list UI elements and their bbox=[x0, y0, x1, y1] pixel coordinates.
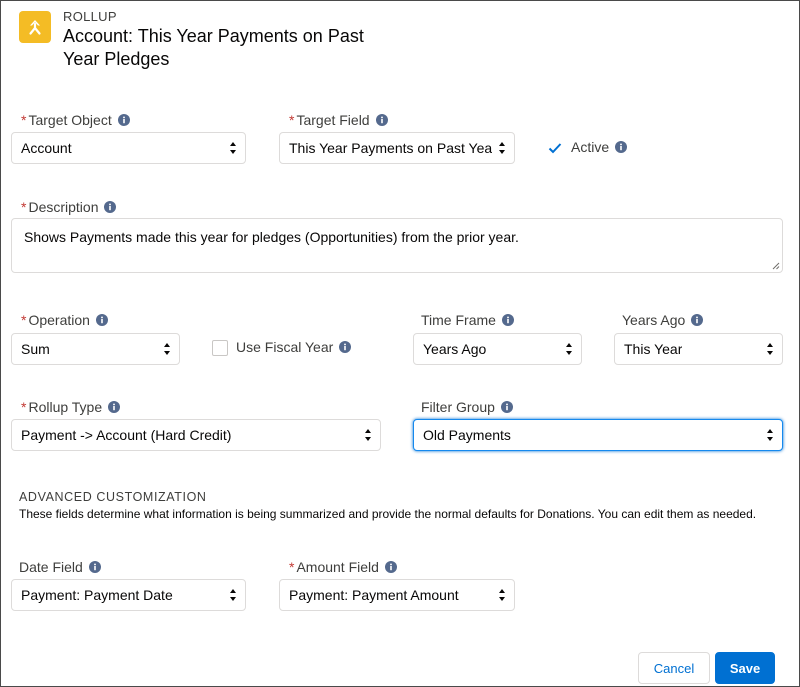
operation-select[interactable]: Sum bbox=[11, 333, 180, 365]
select-arrows-icon bbox=[499, 589, 505, 601]
select-arrows-icon bbox=[365, 429, 371, 441]
amount-field-label: * Amount Field bbox=[289, 559, 397, 575]
target-field-label: * Target Field bbox=[289, 112, 388, 128]
info-icon[interactable] bbox=[501, 314, 514, 326]
select-arrows-icon bbox=[767, 343, 773, 355]
checkmark-icon bbox=[548, 143, 562, 154]
info-icon[interactable] bbox=[108, 401, 121, 413]
page-title: Account: This Year Payments on Past Year… bbox=[63, 26, 364, 69]
required-marker: * bbox=[21, 399, 27, 415]
info-icon[interactable] bbox=[384, 561, 397, 573]
select-arrows-icon bbox=[164, 343, 170, 355]
info-icon[interactable] bbox=[691, 314, 704, 326]
use-fiscal-year-label: Use Fiscal Year bbox=[236, 339, 352, 355]
rollup-icon bbox=[19, 11, 51, 43]
target-object-select[interactable]: Account bbox=[11, 132, 246, 164]
advanced-section-description: These fields determine what information … bbox=[19, 507, 757, 521]
date-field-select[interactable]: Payment: Payment Date bbox=[11, 579, 246, 611]
filter-group-label: Filter Group bbox=[421, 399, 513, 415]
target-field-select[interactable]: This Year Payments on Past Year P bbox=[279, 132, 515, 164]
select-arrows-icon bbox=[767, 429, 773, 441]
years-ago-select[interactable]: This Year bbox=[614, 333, 783, 365]
required-marker: * bbox=[21, 199, 27, 215]
select-arrows-icon bbox=[230, 142, 236, 154]
info-icon[interactable] bbox=[339, 341, 352, 353]
rollup-type-label: * Rollup Type bbox=[21, 399, 121, 415]
header-kicker: ROLLUP bbox=[63, 9, 117, 24]
select-arrows-icon bbox=[230, 589, 236, 601]
info-icon[interactable] bbox=[117, 114, 130, 126]
operation-label: * Operation bbox=[21, 312, 108, 328]
advanced-section-title: ADVANCED CUSTOMIZATION bbox=[19, 490, 207, 504]
filter-group-select[interactable]: Old Payments bbox=[413, 419, 783, 451]
description-label: * Description bbox=[21, 199, 117, 215]
info-icon[interactable] bbox=[104, 201, 117, 213]
resize-handle-icon[interactable] bbox=[772, 262, 780, 270]
time-frame-select[interactable]: Years Ago bbox=[413, 333, 582, 365]
use-fiscal-year-checkbox[interactable] bbox=[212, 340, 228, 356]
info-icon[interactable] bbox=[88, 561, 101, 573]
info-icon[interactable] bbox=[375, 114, 388, 126]
info-icon[interactable] bbox=[95, 314, 108, 326]
required-marker: * bbox=[289, 559, 295, 575]
required-marker: * bbox=[21, 312, 27, 328]
years-ago-label: Years Ago bbox=[622, 312, 704, 328]
time-frame-label: Time Frame bbox=[421, 312, 514, 328]
description-textarea[interactable]: Shows Payments made this year for pledge… bbox=[11, 218, 783, 273]
active-label: Active bbox=[571, 139, 628, 155]
target-object-label: * Target Object bbox=[21, 112, 130, 128]
select-arrows-icon bbox=[499, 142, 505, 154]
rollup-edit-modal: ROLLUP Account: This Year Payments on Pa… bbox=[0, 0, 800, 687]
rollup-type-select[interactable]: Payment -> Account (Hard Credit) bbox=[11, 419, 381, 451]
required-marker: * bbox=[289, 112, 295, 128]
date-field-label: Date Field bbox=[19, 559, 101, 575]
amount-field-select[interactable]: Payment: Payment Amount bbox=[279, 579, 515, 611]
active-checkbox[interactable] bbox=[547, 140, 563, 156]
select-arrows-icon bbox=[566, 343, 572, 355]
info-icon[interactable] bbox=[500, 401, 513, 413]
required-marker: * bbox=[21, 112, 27, 128]
save-button[interactable]: Save bbox=[715, 652, 775, 684]
cancel-button[interactable]: Cancel bbox=[638, 652, 710, 684]
info-icon[interactable] bbox=[615, 141, 628, 153]
